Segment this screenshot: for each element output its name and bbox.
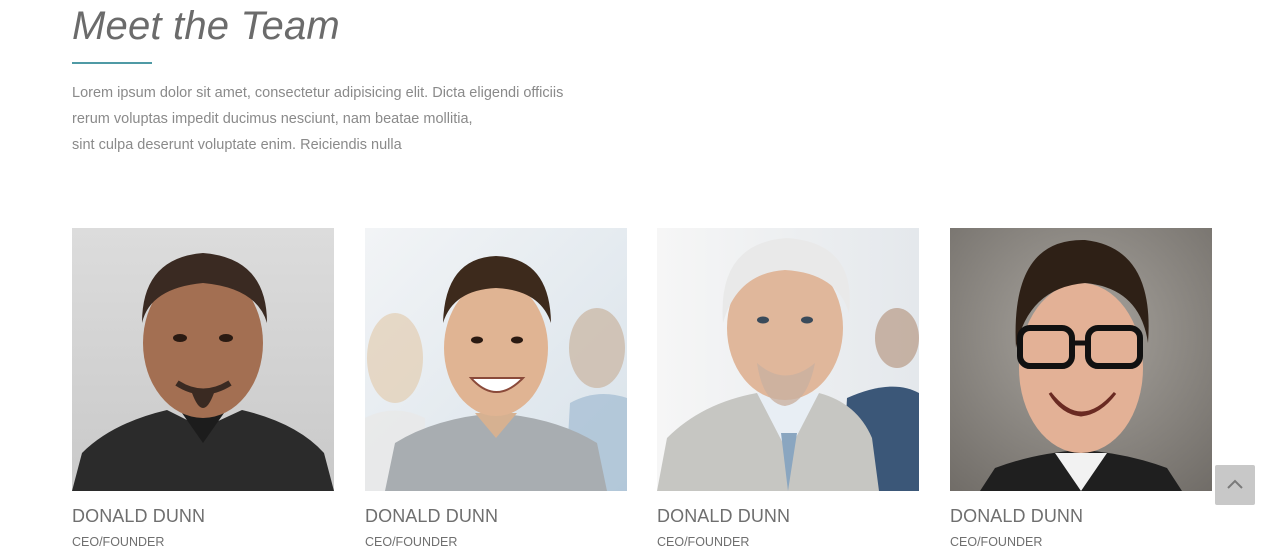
member-role: CEO/FOUNDER (950, 535, 1043, 549)
chevron-up-icon (1226, 478, 1244, 493)
member-photo (365, 228, 627, 491)
member-role: CEO/FOUNDER (657, 535, 750, 549)
member-photo (72, 228, 334, 491)
intro-line: rerum voluptas impedit ducimus nesciunt,… (72, 111, 473, 127)
intro-line: sint culpa deserunt voluptate enim. Reic… (72, 137, 402, 153)
title-underline (72, 62, 152, 64)
member-name: DONALD DUNN (365, 506, 499, 526)
member-photo (950, 228, 1212, 491)
section-intro: Lorem ipsum dolor sit amet, consectetur … (72, 80, 632, 158)
member-role: CEO/FOUNDER (72, 535, 165, 549)
intro-line: Lorem ipsum dolor sit amet, consectetur … (72, 85, 564, 101)
member-name: DONALD DUNN (72, 506, 206, 526)
back-to-top-button[interactable] (1215, 465, 1255, 505)
member-role: CEO/FOUNDER (365, 535, 458, 549)
team-section: Meet the Team Lorem ipsum dolor sit amet… (0, 0, 1284, 556)
team-member-card: DONALD DUNN CEO/FOUNDER (950, 228, 1212, 549)
section-title: Meet the Team (72, 4, 340, 48)
member-name: DONALD DUNN (657, 506, 791, 526)
team-member-card: DONALD DUNN CEO/FOUNDER (365, 228, 627, 549)
member-photo (657, 228, 919, 491)
team-member-card: DONALD DUNN CEO/FOUNDER (657, 228, 919, 549)
team-member-card: DONALD DUNN CEO/FOUNDER (72, 228, 334, 549)
member-name: DONALD DUNN (950, 506, 1084, 526)
